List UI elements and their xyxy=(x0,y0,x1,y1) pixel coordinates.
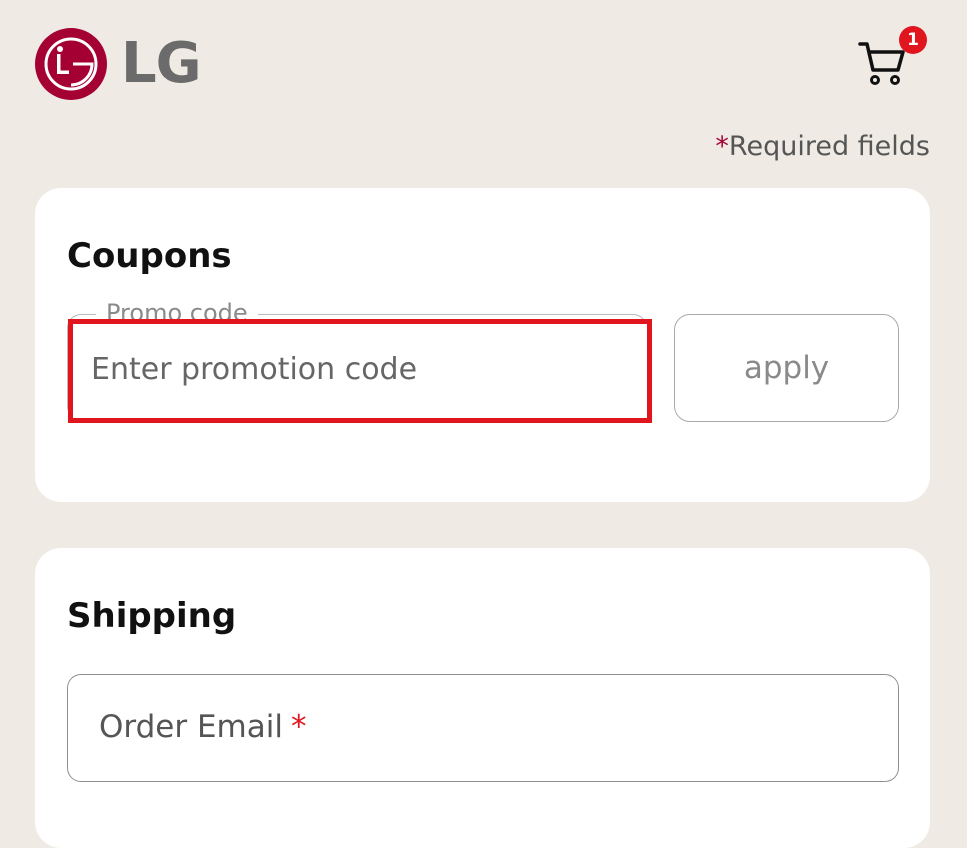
required-fields-text: Required fields xyxy=(728,131,930,162)
shipping-title: Shipping xyxy=(67,596,237,636)
shipping-card: Shipping Order Email * xyxy=(35,548,930,848)
coupons-title: Coupons xyxy=(67,236,232,276)
order-email-label-text: Order Email xyxy=(99,709,283,745)
lg-logo-icon xyxy=(35,28,107,100)
order-email-field[interactable]: Order Email * xyxy=(67,674,899,782)
apply-button[interactable]: apply xyxy=(674,314,899,422)
promo-code-input[interactable] xyxy=(91,341,621,397)
cart-count-badge: 1 xyxy=(899,26,927,54)
header: LG 1 xyxy=(0,0,967,120)
lg-logo[interactable]: LG xyxy=(35,28,202,100)
brand-name: LG xyxy=(121,31,202,96)
cart-button[interactable]: 1 xyxy=(858,26,927,90)
cart-icon xyxy=(858,42,905,85)
required-fields-note: *Required fields xyxy=(715,131,930,162)
coupons-card: Coupons Promo code apply xyxy=(35,188,930,502)
order-email-label: Order Email * xyxy=(99,709,306,745)
order-email-required-star: * xyxy=(290,709,307,745)
required-star: * xyxy=(715,131,729,162)
